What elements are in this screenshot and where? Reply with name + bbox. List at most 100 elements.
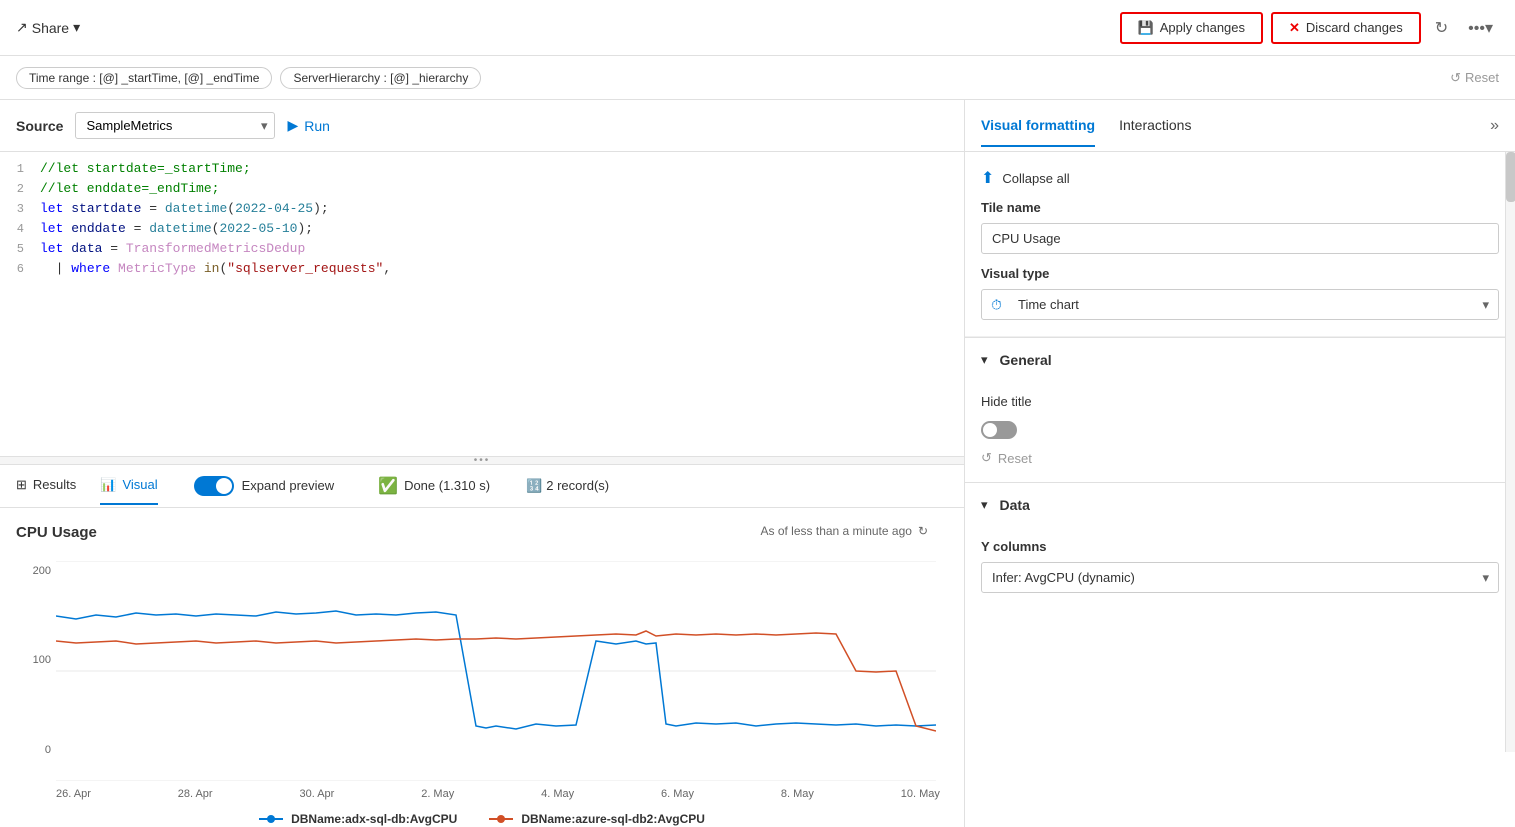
chart-svg-area	[56, 561, 940, 784]
source-select-wrapper: SampleMetrics	[75, 112, 275, 139]
apply-label: Apply changes	[1160, 20, 1245, 35]
visual-type-label: Visual type	[981, 266, 1499, 281]
scrollbar-thumb[interactable]	[1506, 152, 1515, 202]
run-icon: ▶	[287, 117, 298, 134]
collapse-icon: ⬆	[981, 168, 994, 188]
general-section-body: Hide title ↺ Reset	[965, 394, 1515, 482]
hide-title-row: Hide title	[981, 394, 1499, 409]
legend-line-adx	[259, 813, 283, 825]
code-line-3: 3 let startdate = datetime(2022-04-25);	[0, 200, 964, 220]
records-label: 2 record(s)	[546, 478, 609, 493]
collapse-all-label: Collapse all	[1002, 171, 1069, 186]
result-tabs: ⊞ Results 📊 Visual Expand preview ✅ Done…	[0, 464, 964, 508]
source-bar: Source SampleMetrics ▶ Run	[0, 100, 964, 152]
done-label: Done (1.310 s)	[404, 478, 490, 493]
legend-line-azure	[489, 813, 513, 825]
collapse-all-button[interactable]: ⬆ Collapse all	[981, 168, 1070, 188]
top-toolbar: ↗ Share ▾ 💾 Apply changes ✕ Discard chan…	[0, 0, 1515, 56]
main-area: Source SampleMetrics ▶ Run 1 //let start…	[0, 100, 1515, 827]
left-panel: Source SampleMetrics ▶ Run 1 //let start…	[0, 100, 965, 827]
run-label: Run	[304, 118, 330, 134]
chart-area: CPU Usage As of less than a minute ago ↻…	[0, 508, 964, 827]
badge-icon: 🔢	[526, 478, 542, 494]
hide-title-label: Hide title	[981, 394, 1032, 409]
expand-label: Expand preview	[242, 478, 335, 493]
param-bar: Time range : [@] _startTime, [@] _endTim…	[0, 56, 1515, 100]
general-section-header[interactable]: ▾ General	[965, 337, 1515, 382]
chart-legend: DBName:adx-sql-db:AvgCPU DBName:azure-sq…	[16, 812, 948, 826]
code-line-2: 2 //let enddate=_endTime;	[0, 180, 964, 200]
status-done: ✅ Done (1.310 s)	[378, 476, 490, 496]
scrollbar-track[interactable]	[1505, 152, 1515, 752]
code-line-1: 1 //let startdate=_startTime;	[0, 160, 964, 180]
tab-visual[interactable]: 📊 Visual	[100, 467, 157, 505]
chart-timestamp: As of less than a minute ago ↻	[761, 524, 929, 538]
y-columns-select-wrapper: Infer: AvgCPU (dynamic)	[981, 562, 1499, 593]
code-editor[interactable]: 1 //let startdate=_startTime; 2 //let en…	[0, 152, 964, 456]
code-line-6: 6 | where MetricType in("sqlserver_reque…	[0, 260, 964, 280]
format-tabs: Visual formatting Interactions »	[965, 100, 1515, 152]
param-tags: Time range : [@] _startTime, [@] _endTim…	[16, 67, 481, 89]
data-chevron-icon: ▾	[981, 497, 988, 513]
expand-toggle: Expand preview	[194, 476, 335, 496]
visual-type-select-wrapper: ⏱ Time chart	[981, 289, 1499, 320]
close-icon: ✕	[1289, 20, 1300, 36]
save-icon: 💾	[1138, 20, 1154, 36]
refresh-chart-icon[interactable]: ↻	[918, 524, 928, 538]
share-label: Share	[32, 20, 69, 36]
table-icon: ⊞	[16, 477, 27, 493]
tile-name-label: Tile name	[981, 200, 1499, 215]
y-columns-select[interactable]: Infer: AvgCPU (dynamic)	[981, 562, 1499, 593]
chart-svg	[56, 561, 936, 781]
reset-button[interactable]: ↺ Reset	[1450, 70, 1499, 86]
right-panel-content: ⬆ Collapse all Tile name Visual type ⏱ T…	[965, 152, 1515, 609]
y-columns-label: Y columns	[981, 539, 1499, 554]
record-badge: 🔢 2 record(s)	[526, 478, 609, 494]
clock-icon: ⏱	[991, 296, 1002, 313]
done-icon: ✅	[378, 476, 398, 496]
reset-small-label: Reset	[998, 451, 1032, 466]
general-chevron-icon: ▾	[981, 352, 988, 368]
source-select[interactable]: SampleMetrics	[75, 112, 275, 139]
hide-title-toggle[interactable]	[981, 421, 1017, 439]
chart-canvas-area: 200 100 0	[16, 561, 948, 800]
right-panel: Visual formatting Interactions » ⬆ Colla…	[965, 100, 1515, 827]
discard-label: Discard changes	[1306, 20, 1403, 35]
data-section-body: Y columns Infer: AvgCPU (dynamic)	[965, 539, 1515, 609]
share-icon: ↗	[16, 19, 28, 36]
drag-handle[interactable]: •••	[0, 456, 964, 464]
reset-icon-small: ↺	[981, 450, 992, 466]
expand-preview-toggle[interactable]	[194, 476, 234, 496]
share-button[interactable]: ↗ Share ▾	[16, 19, 80, 36]
more-options-button[interactable]: •••▾	[1462, 12, 1499, 44]
source-label: Source	[16, 118, 63, 134]
visual-type-select[interactable]: Time chart	[981, 289, 1499, 320]
reset-general-button[interactable]: ↺ Reset	[981, 450, 1032, 466]
collapse-all-section: ⬆ Collapse all Tile name Visual type ⏱ T…	[965, 152, 1515, 337]
refresh-button[interactable]: ↻	[1429, 12, 1454, 44]
reset-icon: ↺	[1450, 70, 1461, 86]
toolbar-left: ↗ Share ▾	[16, 19, 80, 36]
code-line-4: 4 let enddate = datetime(2022-05-10);	[0, 220, 964, 240]
discard-changes-button[interactable]: ✕ Discard changes	[1271, 12, 1421, 44]
legend-item-adx: DBName:adx-sql-db:AvgCPU	[259, 812, 457, 826]
visual-label: Visual	[122, 477, 157, 492]
code-line-5: 5 let data = TransformedMetricsDedup	[0, 240, 964, 260]
tab-interactions[interactable]: Interactions	[1119, 105, 1191, 147]
tab-visual-formatting[interactable]: Visual formatting	[981, 105, 1095, 147]
chart-icon: 📊	[100, 477, 116, 493]
legend-item-azure: DBName:azure-sql-db2:AvgCPU	[489, 812, 705, 826]
reset-label: Reset	[1465, 70, 1499, 85]
apply-changes-button[interactable]: 💾 Apply changes	[1120, 12, 1263, 44]
general-label: General	[1000, 352, 1052, 368]
tab-results[interactable]: ⊞ Results	[16, 467, 76, 505]
tile-name-input[interactable]	[981, 223, 1499, 254]
toolbar-right: 💾 Apply changes ✕ Discard changes ↻ •••▾	[1120, 12, 1499, 44]
run-button[interactable]: ▶ Run	[287, 117, 329, 134]
server-hierarchy-param[interactable]: ServerHierarchy : [@] _hierarchy	[280, 67, 481, 89]
time-range-param[interactable]: Time range : [@] _startTime, [@] _endTim…	[16, 67, 272, 89]
timestamp-text: As of less than a minute ago	[761, 524, 912, 538]
data-section-header[interactable]: ▾ Data	[965, 482, 1515, 527]
results-label: Results	[33, 477, 76, 492]
expand-panel-icon[interactable]: »	[1490, 117, 1499, 135]
